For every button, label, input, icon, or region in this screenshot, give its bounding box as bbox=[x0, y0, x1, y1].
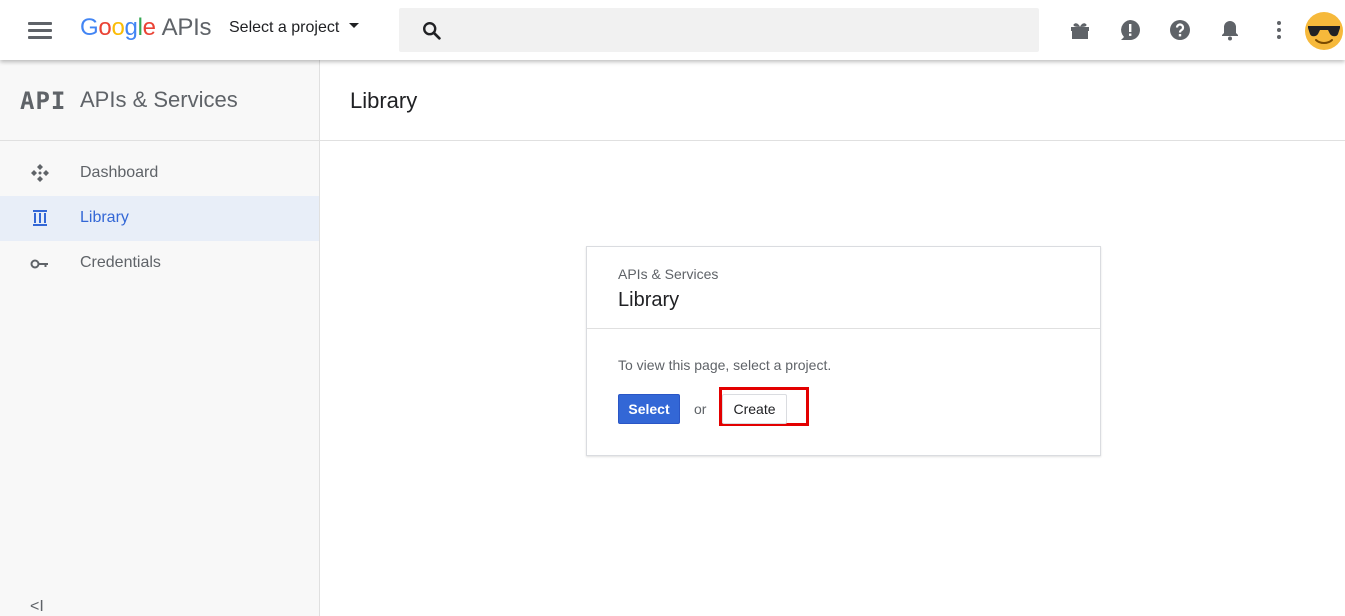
more-vert-icon[interactable] bbox=[1267, 18, 1291, 42]
card-divider bbox=[587, 328, 1100, 329]
api-logo: API bbox=[20, 87, 67, 115]
search-input[interactable] bbox=[455, 8, 1025, 52]
key-icon bbox=[30, 259, 48, 269]
sidebar-item-label: Dashboard bbox=[80, 164, 159, 181]
create-button[interactable]: Create bbox=[722, 394, 787, 424]
hamburger-menu-icon[interactable] bbox=[24, 16, 56, 44]
library-icon bbox=[33, 210, 47, 226]
sidebar-item-library[interactable]: Library bbox=[0, 196, 319, 241]
select-project-card: APIs & Services Library To view this pag… bbox=[586, 246, 1101, 456]
sidebar-item-label: Credentials bbox=[80, 254, 161, 271]
sidebar-header: API APIs & Services bbox=[0, 60, 319, 141]
collapse-sidebar-icon[interactable]: <I bbox=[30, 598, 44, 616]
avatar[interactable] bbox=[1304, 11, 1344, 51]
feedback-icon[interactable] bbox=[1118, 18, 1142, 42]
dashboard-icon bbox=[31, 164, 49, 182]
search-icon bbox=[423, 22, 441, 40]
notifications-icon[interactable] bbox=[1218, 18, 1242, 42]
sidebar-title: APIs & Services bbox=[80, 87, 238, 112]
gift-icon[interactable] bbox=[1068, 18, 1092, 42]
page-title: Library bbox=[350, 88, 418, 113]
search-bar[interactable] bbox=[399, 8, 1039, 52]
google-apis-logo[interactable]: Google APIs bbox=[80, 14, 211, 42]
sidebar-item-credentials[interactable]: Credentials bbox=[0, 241, 319, 286]
main-header: Library bbox=[320, 60, 1345, 141]
card-title: Library bbox=[618, 289, 680, 311]
card-subtitle: APIs & Services bbox=[618, 266, 719, 282]
project-selector[interactable]: Select a project bbox=[229, 19, 360, 37]
sidebar-item-label: Library bbox=[80, 209, 129, 226]
select-button[interactable]: Select bbox=[618, 394, 680, 424]
help-icon[interactable] bbox=[1168, 18, 1192, 42]
top-app-bar: Google APIs Select a project bbox=[0, 0, 1345, 60]
project-selector-label: Select a project bbox=[229, 19, 340, 36]
sidebar-item-dashboard[interactable]: Dashboard bbox=[0, 151, 319, 196]
card-message: To view this page, select a project. bbox=[618, 357, 832, 373]
dropdown-caret-icon bbox=[349, 23, 360, 29]
or-separator: or bbox=[694, 401, 707, 417]
sidebar: API APIs & Services Dashboard Library Cr… bbox=[0, 60, 320, 616]
